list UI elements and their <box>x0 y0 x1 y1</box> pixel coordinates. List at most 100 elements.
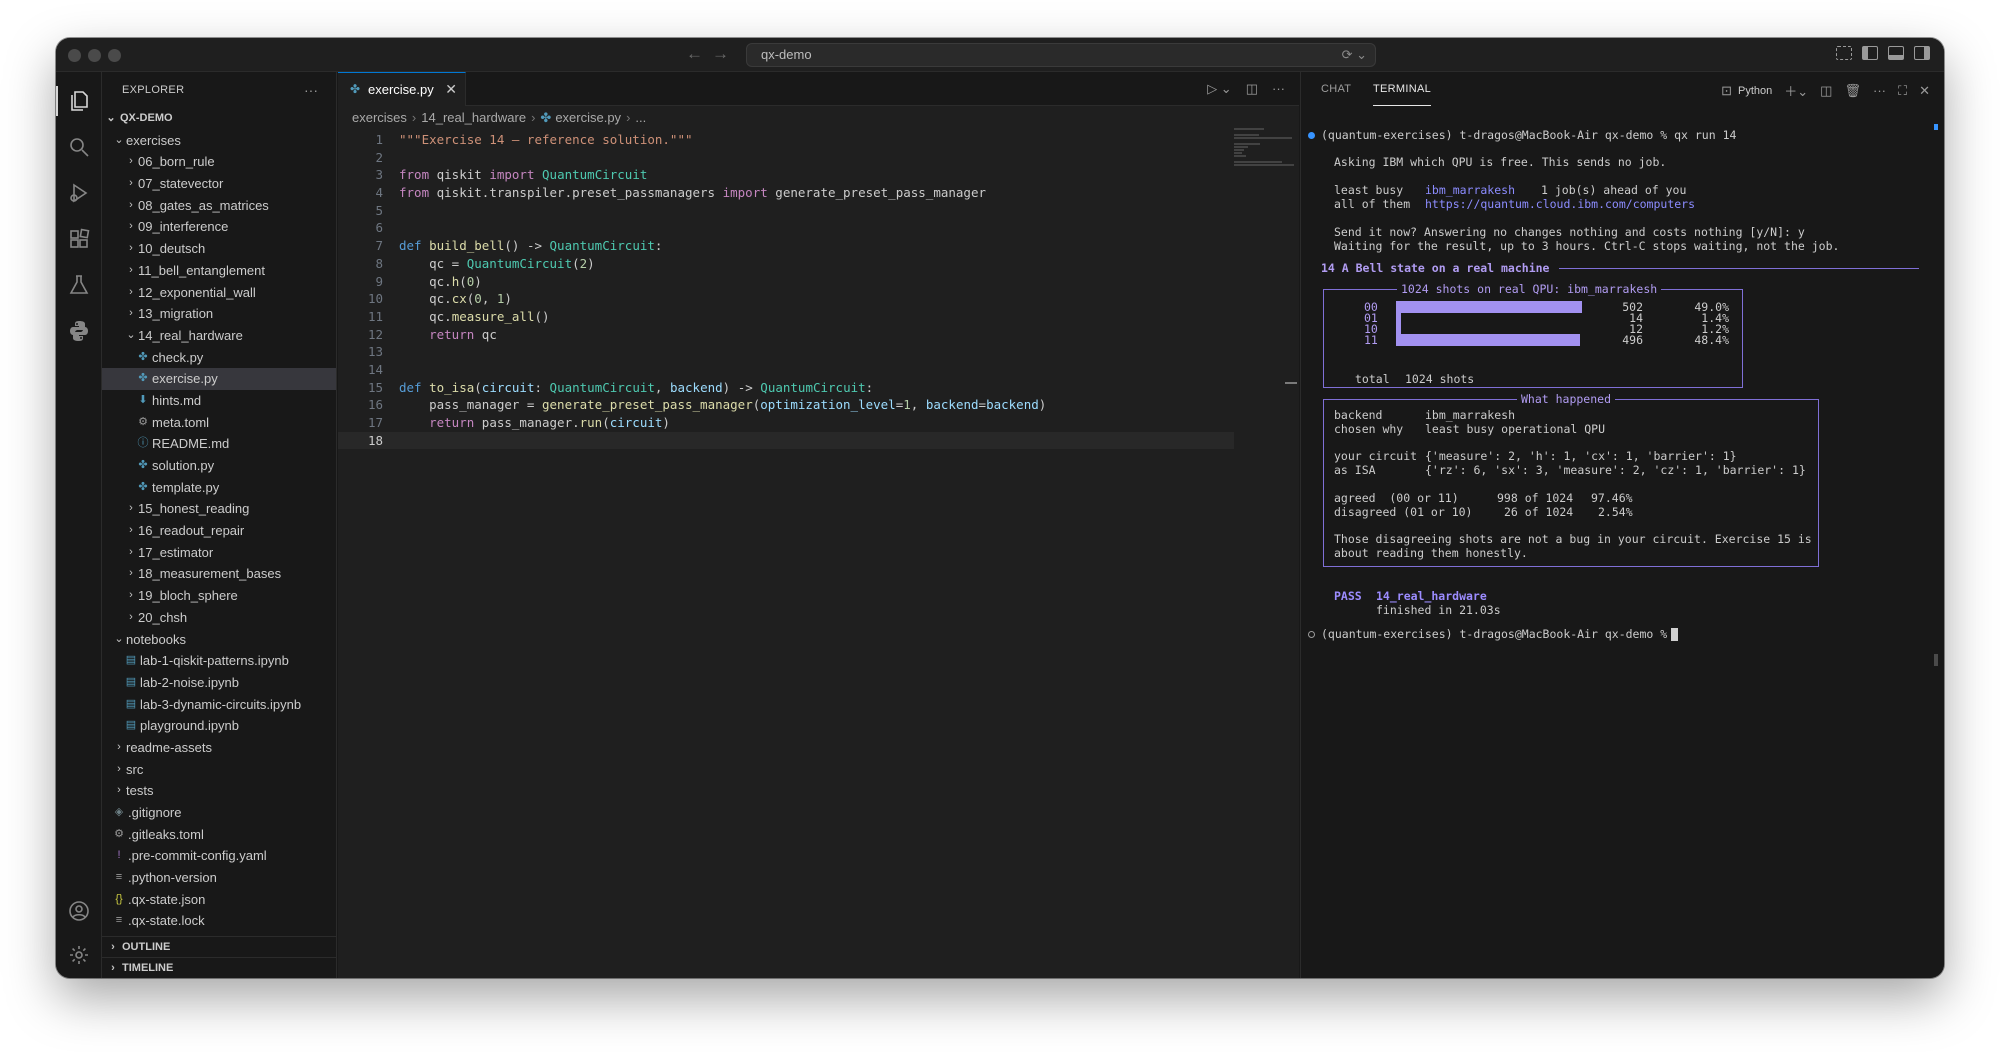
code-line[interactable]: 16 pass_manager = generate_preset_pass_m… <box>338 396 1299 414</box>
tree-file[interactable]: ≡ .python-version <box>102 867 336 889</box>
tree-file[interactable]: ◈ .gitignore <box>102 802 336 824</box>
run-file-icon[interactable]: ▷ ⌄ <box>1207 81 1232 97</box>
explorer-icon[interactable] <box>56 80 102 122</box>
tree-file[interactable]: ▤ lab-1-qiskit-patterns.ipynb <box>102 650 336 672</box>
tree-folder[interactable]: › 08_gates_as_matrices <box>102 195 336 217</box>
tree-folder[interactable]: › 16_readout_repair <box>102 520 336 542</box>
forward-arrow-icon[interactable]: → <box>712 44 729 64</box>
settings-gear-icon[interactable] <box>56 934 102 976</box>
tab-terminal[interactable]: TERMINAL <box>1373 72 1432 106</box>
code-line[interactable]: 6 <box>338 219 1299 237</box>
tree-file[interactable]: ! .pre-commit-config.yaml <box>102 845 336 867</box>
tree-folder[interactable]: › 07_statevector <box>102 173 336 195</box>
code-line[interactable]: 14 <box>338 361 1299 379</box>
command-center[interactable]: qx-demo ⟳ ⌄ <box>746 43 1376 67</box>
tree-folder[interactable]: › 10_deutsch <box>102 238 336 260</box>
kill-terminal-icon[interactable]: 🗑 <box>1844 83 1861 99</box>
code-line[interactable]: 4 from qiskit.transpiler.preset_passmanag… <box>338 184 1299 202</box>
search-icon[interactable] <box>56 126 102 168</box>
more-actions-icon[interactable]: ··· <box>1272 81 1285 97</box>
ibm-computers-link[interactable]: https://quantum.cloud.ibm.com/computers <box>1425 197 1695 211</box>
code-line[interactable]: 3 from qiskit import QuantumCircuit <box>338 166 1299 184</box>
breadcrumb-item[interactable]: 14_real_hardware <box>421 110 526 125</box>
minimap[interactable] <box>1234 128 1294 168</box>
terminal-scrollbar[interactable] <box>1934 654 1938 666</box>
tree-folder[interactable]: › 15_honest_reading <box>102 498 336 520</box>
tree-folder[interactable]: ⌄ 14_real_hardware <box>102 325 336 347</box>
tree-file[interactable]: {} .qx-state.json <box>102 889 336 911</box>
code-line[interactable]: 9 qc.h(0) <box>338 273 1299 291</box>
toggle-secondary-sidebar-icon[interactable] <box>1914 46 1930 60</box>
python-icon[interactable] <box>56 310 102 352</box>
code-line[interactable]: 12 return qc <box>338 326 1299 344</box>
tree-file[interactable]: ✤ exercise.py <box>102 368 336 390</box>
tree-file[interactable]: ✤ template.py <box>102 477 336 499</box>
code-area[interactable]: 1 """Exercise 14 — reference solution."""… <box>338 131 1299 450</box>
tree-file[interactable]: ▤ lab-3-dynamic-circuits.ipynb <box>102 694 336 716</box>
tree-folder[interactable]: › 20_chsh <box>102 607 336 629</box>
tree-file[interactable]: ≡ .qx-state.lock <box>102 910 336 932</box>
code-line[interactable]: 8 qc = QuantumCircuit(2) <box>338 255 1299 273</box>
tree-file[interactable]: ⬇ hints.md <box>102 390 336 412</box>
tree-folder[interactable]: › readme-assets <box>102 737 336 759</box>
workspace-root[interactable]: ⌄ QX-DEMO <box>102 108 336 130</box>
tree-file[interactable]: ✤ check.py <box>102 347 336 369</box>
back-arrow-icon[interactable]: ← <box>686 44 703 64</box>
account-icon[interactable] <box>56 890 102 932</box>
toggle-primary-sidebar-icon[interactable] <box>1862 46 1878 60</box>
code-line[interactable]: 11 qc.measure_all() <box>338 308 1299 326</box>
tree-folder[interactable]: › 12_exponential_wall <box>102 282 336 304</box>
toggle-panel-icon[interactable] <box>1888 46 1904 60</box>
code-line[interactable]: 2 <box>338 149 1299 167</box>
code-line[interactable]: 17 return pass_manager.run(circuit) <box>338 414 1299 432</box>
zoom-window-button[interactable] <box>108 49 121 62</box>
tab-exercise-py[interactable]: ✤ exercise.py ✕ <box>338 72 466 106</box>
code-line[interactable]: 5 <box>338 202 1299 220</box>
split-terminal-icon[interactable]: ◫ <box>1820 83 1832 99</box>
tree-folder[interactable]: › 06_born_rule <box>102 151 336 173</box>
tree-folder[interactable]: › 11_bell_entanglement <box>102 260 336 282</box>
minimize-window-button[interactable] <box>88 49 101 62</box>
outline-section[interactable]: › OUTLINE <box>102 936 336 957</box>
tab-chat[interactable]: CHAT <box>1321 72 1351 106</box>
breadcrumb-item[interactable]: ... <box>635 110 646 125</box>
explorer-more-icon[interactable]: ··· <box>304 72 318 108</box>
run-debug-icon[interactable] <box>56 172 102 214</box>
code-line[interactable]: 1 """Exercise 14 — reference solution.""" <box>338 131 1299 149</box>
tree-folder[interactable]: › 19_bloch_sphere <box>102 585 336 607</box>
tree-file[interactable]: ▤ playground.ipynb <box>102 715 336 737</box>
tree-file[interactable]: ⚙ .gitleaks.toml <box>102 824 336 846</box>
close-tab-icon[interactable]: ✕ <box>445 73 457 106</box>
more-icon[interactable]: ··· <box>1873 83 1886 98</box>
customize-layout-icon[interactable] <box>1836 46 1852 60</box>
tree-folder[interactable]: › 13_migration <box>102 303 336 325</box>
breadcrumb-item[interactable]: exercise.py <box>555 110 621 125</box>
breadcrumb-item[interactable]: exercises <box>352 110 407 125</box>
tree-folder[interactable]: ⌄ exercises <box>102 130 336 152</box>
code-line[interactable]: 10 qc.cx(0, 1) <box>338 290 1299 308</box>
tree-folder[interactable]: › 18_measurement_bases <box>102 563 336 585</box>
tree-folder[interactable]: ⌄ notebooks <box>102 629 336 651</box>
timeline-section[interactable]: › TIMELINE <box>102 957 336 978</box>
code-line[interactable]: 7 def build_bell() -> QuantumCircuit: <box>338 237 1299 255</box>
extensions-icon[interactable] <box>56 218 102 260</box>
tree-folder[interactable]: › 09_interference <box>102 216 336 238</box>
tree-folder[interactable]: › tests <box>102 780 336 802</box>
maximize-panel-icon[interactable]: ⛶ <box>1898 83 1907 99</box>
new-terminal-icon[interactable]: ＋⌄ <box>1784 81 1808 100</box>
close-panel-icon[interactable]: ✕ <box>1919 83 1930 99</box>
copilot-chevron-icon[interactable]: ⟳ ⌄ <box>1342 44 1367 66</box>
tree-file[interactable]: ⚙ meta.toml <box>102 412 336 434</box>
tree-file[interactable]: ▤ lab-2-noise.ipynb <box>102 672 336 694</box>
tree-file[interactable]: ✤ solution.py <box>102 455 336 477</box>
testing-flask-icon[interactable] <box>56 264 102 306</box>
close-window-button[interactable] <box>68 49 81 62</box>
code-line[interactable]: 18 <box>338 431 1234 450</box>
split-editor-icon[interactable]: ◫ <box>1246 81 1258 97</box>
tree-folder[interactable]: › src <box>102 759 336 781</box>
code-line[interactable]: 15 def to_isa(circuit: QuantumCircuit, ba… <box>338 379 1299 397</box>
tree-folder[interactable]: › 17_estimator <box>102 542 336 564</box>
terminal-shell-label[interactable]: Python <box>1738 85 1772 97</box>
code-line[interactable]: 13 <box>338 343 1299 361</box>
tree-file[interactable]: ⓘ README.md <box>102 433 336 455</box>
